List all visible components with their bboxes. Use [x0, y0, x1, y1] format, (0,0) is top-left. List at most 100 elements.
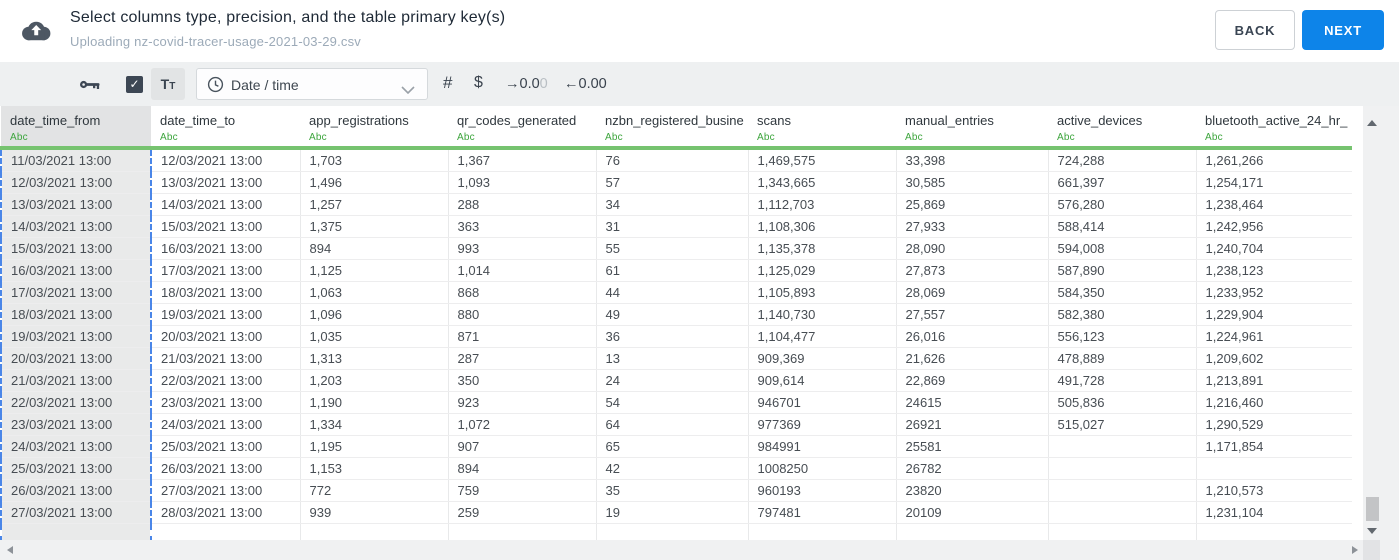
table-cell: 1,171,854	[1196, 435, 1352, 458]
table-row: 13/03/2021 13:00 14/03/2021 13:00 1,257 288…	[0, 193, 1352, 216]
number-type-button[interactable]: #	[443, 73, 452, 93]
table-cell: 65	[596, 435, 749, 458]
table-cell: 1,195	[300, 435, 449, 458]
table-cell: 759	[448, 479, 597, 502]
table-cell: 23820	[896, 479, 1049, 502]
table-cell: 960193	[748, 479, 897, 502]
table-cell: 64	[596, 413, 749, 436]
table-cell: 491,728	[1048, 369, 1197, 392]
table-cell	[300, 523, 449, 540]
wizard-header: Select columns type, precision, and the …	[0, 0, 1399, 62]
table-cell: 11/03/2021 13:00	[0, 148, 152, 172]
scroll-down-icon[interactable]	[1367, 528, 1377, 534]
table-cell: 1,224,961	[1196, 325, 1352, 348]
table-row: 15/03/2021 13:00 16/03/2021 13:00 894 993 55…	[0, 237, 1352, 260]
column-header-nzbn_registered_busine[interactable]: nzbn_registered_busine Abc	[596, 106, 748, 150]
column-header-date_time_to[interactable]: date_time_to Abc	[151, 106, 300, 150]
table-cell: 515,027	[1048, 413, 1197, 436]
primary-key-icon[interactable]	[79, 77, 101, 92]
table-cell: 26,016	[896, 325, 1049, 348]
column-header-scans[interactable]: scans Abc	[748, 106, 896, 150]
table-cell: 19/03/2021 13:00	[0, 325, 152, 348]
scroll-up-icon[interactable]	[1367, 120, 1377, 126]
column-name: app_registrations	[309, 113, 409, 128]
table-cell: 34	[596, 193, 749, 216]
table-cell: 35	[596, 479, 749, 502]
column-header-qr_codes_generated[interactable]: qr_codes_generated Abc	[448, 106, 596, 150]
table-cell: 907	[448, 435, 597, 458]
next-button[interactable]: NEXT	[1302, 10, 1384, 50]
table-cell: 14/03/2021 13:00	[151, 193, 301, 216]
table-row: 11/03/2021 13:00 12/03/2021 13:00 1,703 1,3…	[0, 148, 1352, 172]
table-cell: 15/03/2021 13:00	[151, 215, 301, 238]
table-cell: 16/03/2021 13:00	[151, 237, 301, 260]
column-header-app_registrations[interactable]: app_registrations Abc	[300, 106, 448, 150]
table-cell: 478,889	[1048, 347, 1197, 370]
decimal-shift-left-button[interactable]: ←0.00	[564, 76, 607, 92]
table-cell: 1,125	[300, 259, 449, 282]
include-column-checkbox[interactable]: ✓	[126, 76, 143, 93]
table-cell: 44	[596, 281, 749, 304]
table-cell: 24/03/2021 13:00	[0, 435, 152, 458]
table-cell: 18/03/2021 13:00	[151, 281, 301, 304]
table-row: 22/03/2021 13:00 23/03/2021 13:00 1,190 923…	[0, 391, 1352, 414]
table-cell: 22/03/2021 13:00	[151, 369, 301, 392]
column-header-bluetooth_active_24_hr_[interactable]: bluetooth_active_24_hr_ Abc	[1196, 106, 1352, 150]
scroll-right-icon[interactable]	[1352, 546, 1358, 554]
table-cell: 23/03/2021 13:00	[0, 413, 152, 436]
scroll-left-icon[interactable]	[7, 546, 13, 554]
currency-type-button[interactable]: $	[474, 74, 483, 92]
table-cell: 1,238,123	[1196, 259, 1352, 282]
table-cell: 26782	[896, 457, 1049, 480]
column-header-manual_entries[interactable]: manual_entries Abc	[896, 106, 1048, 150]
table-cell	[896, 523, 1049, 540]
vertical-scrollbar-thumb[interactable]	[1366, 497, 1379, 521]
table-cell: 1,108,306	[748, 215, 897, 238]
table-cell: 1,375	[300, 215, 449, 238]
table-row: 25/03/2021 13:00 26/03/2021 13:00 1,153 894…	[0, 457, 1352, 480]
table-cell: 28,069	[896, 281, 1049, 304]
table-cell: 1,014	[448, 259, 597, 282]
csv-upload-wizard: Select columns type, precision, and the …	[0, 0, 1399, 560]
column-name: nzbn_registered_busine	[605, 113, 744, 128]
table-cell: 1,105,893	[748, 281, 897, 304]
table-cell	[596, 523, 749, 540]
table-cell: 22/03/2021 13:00	[0, 391, 152, 414]
column-header-active_devices[interactable]: active_devices Abc	[1048, 106, 1196, 150]
table-cell: 797481	[748, 501, 897, 524]
column-type-dropdown[interactable]: Date / time	[196, 68, 428, 100]
table-cell: 27,933	[896, 215, 1049, 238]
text-type-button[interactable]: TT	[151, 68, 185, 100]
table-cell: 1,242,956	[1196, 215, 1352, 238]
table-cell: 49	[596, 303, 749, 326]
table-cell: 946701	[748, 391, 897, 414]
table-cell: 20/03/2021 13:00	[0, 347, 152, 370]
table-cell: 363	[448, 215, 597, 238]
scrollbar-corner	[1363, 540, 1380, 560]
table-cell: 939	[300, 501, 449, 524]
table-cell: 13/03/2021 13:00	[0, 193, 152, 216]
table-cell: 1,367	[448, 148, 597, 172]
decimal-shift-right-button[interactable]: →0.00	[505, 76, 548, 92]
column-name: active_devices	[1057, 113, 1143, 128]
table-cell: 868	[448, 281, 597, 304]
table-cell: 61	[596, 259, 749, 282]
column-type-label: Abc	[457, 132, 475, 143]
table-row: 26/03/2021 13:00 27/03/2021 13:00 772 759 35…	[0, 479, 1352, 502]
table-cell: 350	[448, 369, 597, 392]
page-title: Select columns type, precision, and the …	[70, 9, 506, 26]
table-cell: 880	[448, 303, 597, 326]
horizontal-scrollbar[interactable]	[0, 540, 1399, 560]
column-type-label: Abc	[905, 132, 923, 143]
back-button[interactable]: BACK	[1215, 10, 1295, 50]
vertical-scrollbar[interactable]	[1363, 106, 1399, 540]
table-row: 19/03/2021 13:00 20/03/2021 13:00 1,035 871…	[0, 325, 1352, 348]
table-cell: 26/03/2021 13:00	[0, 479, 152, 502]
column-header-date_time_from[interactable]: date_time_from Abc	[1, 106, 151, 150]
table-cell: 584,350	[1048, 281, 1197, 304]
column-type-label: Abc	[309, 132, 327, 143]
table-cell: 24615	[896, 391, 1049, 414]
table-cell: 19/03/2021 13:00	[151, 303, 301, 326]
table-cell: 20109	[896, 501, 1049, 524]
table-cell: 1008250	[748, 457, 897, 480]
